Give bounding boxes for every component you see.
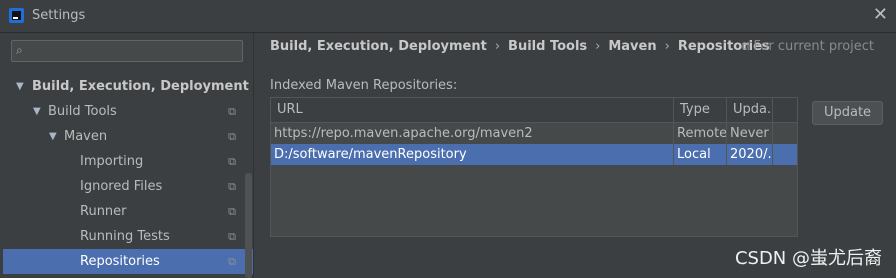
table-row[interactable]: https://repo.maven.apache.org/maven2 Rem… — [271, 123, 797, 144]
cell-updated: 2020/... — [727, 144, 773, 165]
close-icon[interactable]: ✕ — [873, 4, 888, 25]
update-button[interactable]: Update — [812, 101, 883, 125]
cell-type: Remote — [674, 123, 727, 144]
sidebar-item-ignored-files[interactable]: Ignored Files ⧉ — [0, 174, 253, 199]
project-scope-icon: ⧉ — [228, 130, 236, 143]
cell-url: https://repo.maven.apache.org/maven2 — [271, 123, 674, 144]
expand-arrow-icon[interactable]: ▼ — [49, 124, 57, 149]
project-scope-icon: ⧉ — [228, 230, 236, 243]
breadcrumb-item[interactable]: Maven — [608, 39, 656, 54]
sidebar-item-build-tools[interactable]: ▼ Build Tools ⧉ — [0, 99, 253, 124]
project-scope-icon: ⧉ — [228, 205, 236, 218]
settings-content: Build, Execution, Deployment › Build Tools… — [254, 33, 896, 278]
column-header-type[interactable]: Type — [674, 98, 727, 122]
search-input[interactable]: ⌕ — [11, 40, 243, 62]
cell-url: D:/software/mavenRepository — [271, 144, 674, 165]
for-current-project-label: ⧉ For current project — [741, 39, 874, 54]
project-scope-icon: ⧉ — [228, 255, 236, 268]
sidebar-item-maven[interactable]: ▼ Maven ⧉ — [0, 124, 253, 149]
breadcrumb-item[interactable]: Build Tools — [508, 39, 587, 54]
window-title: Settings — [32, 8, 86, 23]
intellij-logo-icon — [9, 8, 24, 23]
sidebar-item-repositories[interactable]: Repositories ⧉ — [3, 249, 253, 274]
sidebar-item-running-tests[interactable]: Running Tests ⧉ — [0, 224, 253, 249]
column-header-url[interactable]: URL — [271, 98, 674, 122]
project-scope-icon: ⧉ — [228, 105, 236, 118]
breadcrumb-item[interactable]: Build, Execution, Deployment — [270, 39, 487, 54]
sidebar-scrollbar[interactable] — [245, 173, 252, 278]
project-scope-icon: ⧉ — [741, 40, 750, 53]
project-scope-icon: ⧉ — [228, 180, 236, 193]
table-header: URL Type Upda... — [271, 98, 797, 123]
cell-type: Local — [674, 144, 727, 165]
title-bar: Settings ✕ — [0, 0, 896, 33]
indexed-repositories-label: Indexed Maven Repositories: — [270, 78, 458, 93]
breadcrumb-separator-icon: › — [595, 39, 601, 54]
cell-updated: Never — [727, 123, 773, 144]
repositories-table[interactable]: URL Type Upda... https://repo.maven.apac… — [270, 97, 798, 237]
settings-sidebar: ⌕ ▼ Build, Execution, Deployment ▼ Build… — [0, 33, 254, 278]
search-icon: ⌕ — [16, 43, 23, 57]
project-scope-icon: ⧉ — [228, 155, 236, 168]
column-header-updated[interactable]: Upda... — [727, 98, 773, 122]
breadcrumb-separator-icon: › — [494, 39, 501, 54]
breadcrumb-separator-icon: › — [664, 39, 670, 54]
csdn-watermark: CSDN @蚩尤后裔 — [734, 248, 882, 269]
breadcrumb: Build, Execution, Deployment › Build Tools… — [270, 39, 770, 54]
expand-arrow-icon[interactable]: ▼ — [33, 99, 41, 124]
table-row[interactable]: D:/software/mavenRepository Local 2020/.… — [271, 144, 797, 165]
sidebar-item-runner[interactable]: Runner ⧉ — [0, 199, 253, 224]
sidebar-item-importing[interactable]: Importing ⧉ — [0, 149, 253, 174]
sidebar-item-build-execution-deployment[interactable]: ▼ Build, Execution, Deployment — [0, 74, 253, 99]
expand-arrow-icon[interactable]: ▼ — [16, 74, 24, 99]
